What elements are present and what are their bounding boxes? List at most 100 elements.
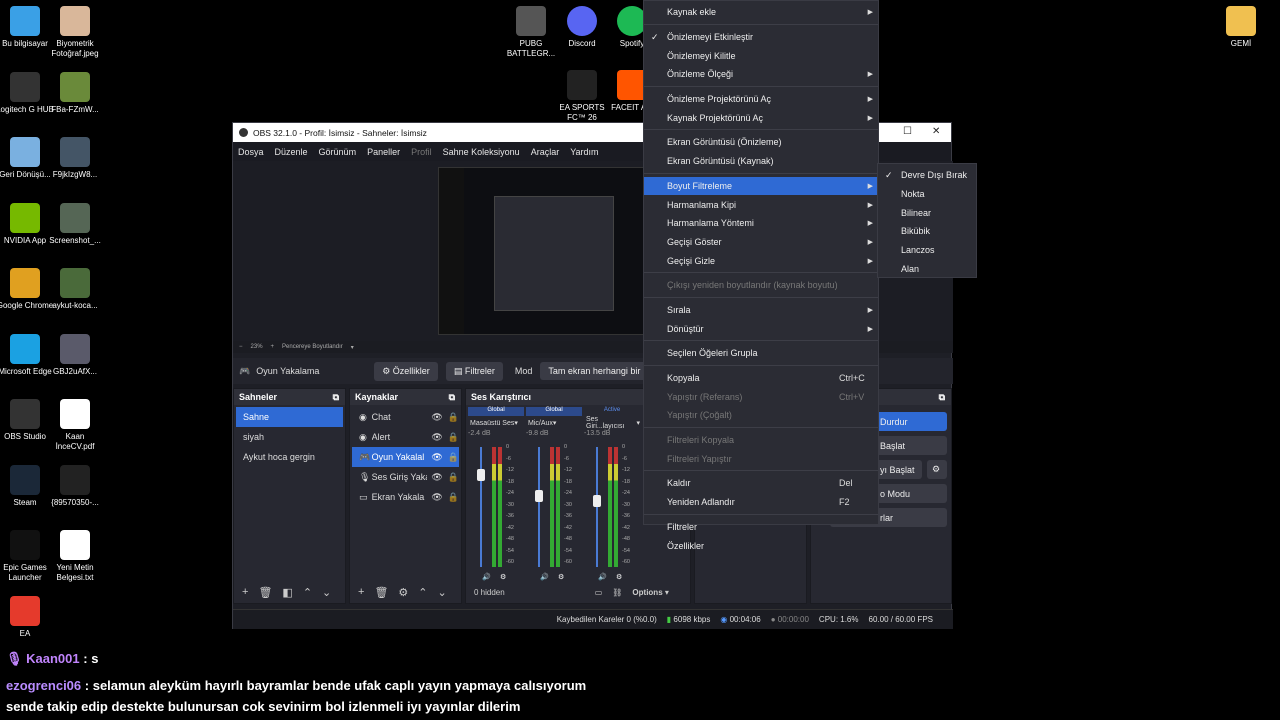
submenu-item[interactable]: Nokta — [878, 185, 976, 204]
source-item[interactable]: ◉ Alert 👁 🔒 — [352, 427, 459, 447]
desktop-icon[interactable]: Biyometrik Fotoğraf.jpeg — [46, 6, 104, 59]
volume-fader[interactable] — [538, 447, 540, 567]
desktop-icon[interactable]: Yeni Metin Belgesi.txt — [46, 530, 104, 583]
eye-icon[interactable]: 👁 — [431, 472, 442, 483]
menu-görünüm[interactable]: Görünüm — [319, 147, 357, 157]
context-menu-item[interactable]: Ekran Görüntüsü (Önizleme) — [644, 133, 878, 152]
chevron-down-icon[interactable]: ▾ — [351, 344, 354, 351]
speaker-icon[interactable]: 🔊 — [540, 573, 549, 581]
context-menu-item[interactable]: Seçilen Öğeleri Grupla — [644, 344, 878, 363]
lock-icon[interactable]: 🔒 — [448, 452, 459, 463]
undock-icon[interactable]: ⧉ — [333, 392, 339, 403]
undock-icon[interactable]: ⧉ — [449, 392, 455, 403]
context-menu-item[interactable]: Önizlemeyi Kilitle — [644, 46, 878, 65]
eye-icon[interactable]: 👁 — [431, 412, 442, 423]
fader-knob[interactable] — [477, 468, 485, 481]
menu-profil[interactable]: Profil — [411, 147, 432, 157]
desktop-icon[interactable]: Kaan İnceCV.pdf — [46, 399, 104, 452]
properties-button[interactable]: ⚙ Özellikler — [374, 361, 438, 381]
desktop-icon[interactable]: F9jkIzgW8... — [46, 137, 104, 180]
context-menu-item[interactable]: Dönüştür ▶ — [644, 319, 878, 338]
context-menu-item[interactable]: Kaynak Projektörünü Aç ▶ — [644, 108, 878, 127]
desktop-icon[interactable]: EA — [0, 595, 54, 639]
arrow-up-icon[interactable]: ⌃ — [303, 586, 312, 599]
source-item[interactable]: ▭ Ekran Yakala 👁 🔒 — [352, 487, 459, 507]
arrow-up-icon[interactable]: ⌃ — [418, 586, 427, 599]
layout-icon[interactable]: ▭ — [595, 588, 603, 597]
settings-icon[interactable]: ⚙ — [500, 573, 506, 581]
context-menu-item[interactable]: Geçişi Gizle ▶ — [644, 251, 878, 270]
chevron-down-icon[interactable]: ▾ — [553, 419, 557, 427]
filters-button[interactable]: ▤ Filtreler — [445, 361, 503, 381]
context-menu-item[interactable]: Yeniden Adlandır F2 — [644, 493, 878, 512]
channel-name[interactable]: Masaüstü Ses ▾ — [468, 416, 524, 430]
options-button[interactable]: Options ▾ — [632, 588, 668, 597]
lock-icon[interactable]: 🔒 — [448, 492, 459, 503]
submenu-item[interactable]: ✓ Devre Dışı Bırak — [878, 166, 976, 185]
scene-item[interactable]: Sahne — [236, 407, 343, 427]
filter-icon[interactable]: ◧ — [282, 586, 292, 599]
trash-icon[interactable]: 🗑 — [258, 586, 272, 599]
desktop-icon[interactable]: aykut-koca... — [46, 268, 104, 311]
arrow-down-icon[interactable]: ⌄ — [322, 586, 331, 599]
context-menu-item[interactable]: Ekran Görüntüsü (Kaynak) — [644, 152, 878, 171]
arrow-down-icon[interactable]: ⌄ — [438, 586, 447, 599]
context-menu-item[interactable]: Harmanlama Kipi ▶ — [644, 195, 878, 214]
volume-fader[interactable] — [480, 447, 482, 567]
add-icon[interactable]: + — [358, 586, 364, 598]
context-menu-item[interactable]: Sırala ▶ — [644, 301, 878, 320]
desktop-icon[interactable]: GBJ2uAfX... — [46, 333, 104, 377]
gear-icon[interactable]: ⚙ — [927, 460, 947, 479]
chevron-down-icon[interactable]: ▾ — [636, 419, 640, 427]
fader-knob[interactable] — [535, 490, 543, 503]
desktop-icon[interactable]: GEMİ — [1212, 6, 1270, 49]
speaker-icon[interactable]: 🔊 — [482, 573, 491, 581]
menu-sahne-koleksiyonu[interactable]: Sahne Koleksiyonu — [443, 147, 520, 157]
eye-icon[interactable]: 👁 — [431, 452, 442, 463]
zoom-mode[interactable]: Pencereye Boyutlandır — [282, 344, 343, 350]
submenu-item[interactable]: Bikübik — [878, 222, 976, 241]
close-icon[interactable]: ✕ — [932, 126, 940, 137]
context-menu-item[interactable]: Filtreler — [644, 518, 878, 537]
lock-icon[interactable]: 🔒 — [448, 412, 459, 423]
menu-araçlar[interactable]: Araçlar — [531, 147, 560, 157]
trash-icon[interactable]: 🗑 — [374, 586, 388, 599]
maximize-icon[interactable]: ☐ — [903, 126, 912, 137]
settings-icon[interactable]: ⚙ — [558, 573, 564, 581]
context-menu-item[interactable]: Boyut Filtreleme ▶ — [644, 176, 878, 196]
menu-düzenle[interactable]: Düzenle — [275, 147, 308, 157]
submenu-item[interactable]: Bilinear — [878, 203, 976, 222]
mode-select[interactable]: Tam ekran herhangi bir u — [540, 362, 656, 380]
source-item[interactable]: ◉ Chat 👁 🔒 — [352, 407, 459, 427]
zoom-out-button[interactable]: − — [239, 344, 243, 350]
lock-icon[interactable]: 🔒 — [448, 472, 459, 483]
channel-name[interactable]: Mic/Aux ▾ — [526, 416, 582, 430]
context-menu-item[interactable]: Kopyala Ctrl+C — [644, 369, 878, 388]
lock-icon[interactable]: 🔒 — [448, 432, 459, 443]
submenu-item[interactable]: Alan — [878, 259, 976, 278]
context-menu-item[interactable]: Özellikler — [644, 536, 878, 555]
settings-icon[interactable]: ⚙ — [616, 573, 622, 581]
fader-knob[interactable] — [593, 495, 601, 507]
source-item[interactable]: 🎮 Oyun Yakalal 👁 🔒 — [352, 447, 459, 467]
menu-paneller[interactable]: Paneller — [367, 147, 400, 157]
context-menu-item[interactable]: Kaldır Del — [644, 474, 878, 493]
source-item[interactable]: 🎙 Ses Giriş Yaka 👁 🔒 — [352, 467, 459, 487]
scene-item[interactable]: Aykut hoca gergin — [236, 447, 343, 467]
desktop-icon[interactable]: PUBG BATTLEGR... — [502, 6, 560, 59]
gear-icon[interactable]: ⚙ — [398, 586, 408, 599]
chevron-down-icon[interactable]: ▾ — [514, 419, 518, 427]
channel-name[interactable]: Ses Giri...layıcısı ▾ — [584, 416, 640, 430]
desktop-icon[interactable]: FBa-FZmW... — [46, 71, 104, 115]
link-icon[interactable]: ⛓ — [612, 588, 622, 597]
menu-yardım[interactable]: Yardım — [570, 147, 598, 157]
scene-item[interactable]: siyah — [236, 427, 343, 447]
context-menu-item[interactable]: Önizleme Ölçeği ▶ — [644, 65, 878, 84]
desktop-icon[interactable]: {89570350-... — [46, 464, 104, 508]
submenu-item[interactable]: Lanczos — [878, 241, 976, 260]
context-menu-item[interactable]: ✓ Önizlemeyi Etkinleştir — [644, 28, 878, 47]
menu-dosya[interactable]: Dosya — [238, 147, 264, 157]
eye-icon[interactable]: 👁 — [431, 432, 442, 443]
context-menu-item[interactable]: Geçişi Göster ▶ — [644, 233, 878, 252]
context-menu-item[interactable]: Harmanlama Yöntemi ▶ — [644, 214, 878, 233]
